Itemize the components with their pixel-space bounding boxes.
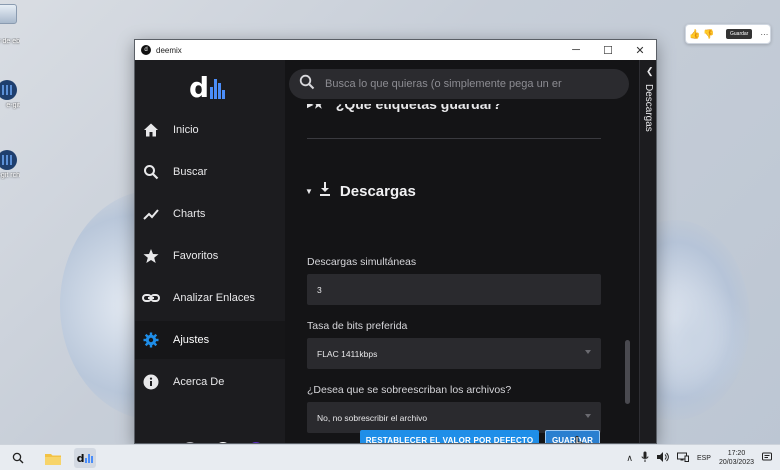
previous-section-title: ¿Qué etiquetas guardar? (335, 104, 502, 112)
desktop-icon-shortcut[interactable]: er de eb (0, 36, 20, 46)
chevron-down-icon (585, 350, 591, 354)
download-icon (319, 182, 331, 201)
close-button[interactable]: ✕ (624, 40, 656, 60)
star-icon (142, 247, 160, 265)
download-queue-label: Descargas (643, 84, 654, 132)
desktop-icon-app-1[interactable]: e-git (0, 80, 20, 110)
app-icon: d (141, 45, 151, 55)
sidebar: d Inicio Buscar Charts Favoritos Analiza… (135, 60, 285, 443)
field-value: 3 (317, 284, 322, 295)
thumbs-down-icon[interactable]: 👎 (703, 29, 714, 39)
sidebar-item-buscar[interactable]: Buscar (135, 153, 285, 191)
app-window: d deemix ─ ☐ ✕ d Inicio Buscar Charts Fa… (134, 39, 657, 444)
network-icon[interactable] (676, 452, 689, 464)
thumbs-up-icon[interactable]: 👍 (689, 29, 700, 39)
field-value: No, no sobrescribir el archivo (317, 412, 428, 423)
file-explorer-icon[interactable] (44, 450, 62, 466)
language-indicator[interactable]: ESP (697, 455, 711, 462)
sidebar-item-label: Charts (173, 208, 206, 220)
sidebar-item-charts[interactable]: Charts (135, 195, 285, 233)
previous-section-header[interactable]: ▸★ ¿Qué etiquetas guardar? (307, 104, 567, 118)
sidebar-item-favoritos[interactable]: Favoritos (135, 237, 285, 275)
search-icon (299, 74, 315, 95)
home-icon (142, 121, 160, 139)
download-queue-panel[interactable]: ❮ Descargas (639, 60, 656, 443)
reset-defaults-button[interactable]: RESTABLECER EL VALOR POR DEFECTO (360, 430, 539, 443)
window-title: deemix (156, 45, 182, 55)
equalizer-icon (210, 77, 226, 99)
taskbar: d ∧ ESP 17:20 20/03/2023 (0, 444, 780, 470)
trending-icon (142, 205, 160, 223)
info-icon (142, 373, 160, 391)
sidebar-item-acerca-de[interactable]: Acerca De (135, 363, 285, 401)
caret-down-icon: ▼ (305, 187, 313, 196)
settings-panel: Busca lo que quieras (o simplemente pega… (285, 60, 639, 443)
more-icon[interactable]: ⋯ (760, 30, 768, 39)
search-icon (142, 163, 160, 181)
desktop-icon-label: er de eb (0, 38, 20, 45)
title-bar[interactable]: d deemix ─ ☐ ✕ (135, 40, 656, 60)
microphone-icon[interactable] (641, 451, 649, 465)
section-divider (307, 138, 601, 139)
recycle-bin-icon (0, 4, 17, 24)
sidebar-item-label: Buscar (173, 166, 208, 178)
notification-icon[interactable] (762, 452, 772, 464)
floating-toolbar: 👍 👎 Guardar ⋯ (685, 24, 771, 44)
search-bar[interactable]: Busca lo que quieras (o simplemente pega… (289, 69, 629, 99)
search-input[interactable]: Busca lo que quieras (o simplemente pega… (325, 78, 562, 90)
desktop-icon-label: e-git (6, 102, 20, 109)
desktop-icon-label: e-git rch (0, 172, 20, 179)
clock-time: 17:20 (727, 450, 746, 457)
sidebar-item-label: Acerca De (173, 376, 225, 388)
search-icon[interactable] (10, 450, 26, 466)
sidebar-item-label: Favoritos (173, 250, 219, 262)
tag-icon: ▸★ (307, 104, 324, 111)
app-icon (0, 80, 17, 100)
pill-button[interactable]: Guardar (726, 29, 753, 39)
field-label-bitrate: Tasa de bits preferida (307, 320, 408, 332)
sidebar-item-label: Inicio (173, 124, 199, 136)
sidebar-item-inicio[interactable]: Inicio (135, 111, 285, 149)
link-icon (142, 289, 160, 307)
chevron-left-icon[interactable]: ❮ (646, 66, 654, 77)
concurrent-downloads-input[interactable]: 3 (307, 274, 601, 305)
app-icon (0, 150, 17, 170)
clock[interactable]: 17:20 20/03/2023 (719, 449, 754, 467)
chevron-down-icon (585, 414, 591, 418)
volume-icon[interactable] (656, 452, 669, 464)
field-label-overwrite: ¿Desea que se sobreescriban los archivos… (307, 384, 512, 396)
bitrate-select[interactable]: FLAC 1411kbps (307, 338, 601, 369)
maximize-button[interactable]: ☐ (592, 40, 624, 60)
deemix-taskbar-icon[interactable]: d (74, 448, 96, 468)
sidebar-item-ajustes[interactable]: Ajustes (135, 321, 285, 359)
field-label-concurrent: Descargas simultáneas (307, 256, 417, 268)
hand-cursor-icon (573, 435, 583, 443)
section-title: Descargas (339, 183, 416, 200)
scrollbar-thumb[interactable] (625, 340, 630, 404)
deemix-logo[interactable]: d (183, 70, 231, 106)
logo-letter: d (188, 71, 210, 104)
desktop-icon-recycle-bin[interactable] (0, 4, 20, 26)
desktop-icon-app-2[interactable]: e-git rch (0, 150, 20, 180)
field-value: FLAC 1411kbps (317, 348, 378, 359)
gear-icon (142, 331, 160, 349)
sidebar-item-analizar-enlaces[interactable]: Analizar Enlaces (135, 279, 285, 317)
system-tray: ∧ ESP 17:20 20/03/2023 (626, 445, 772, 470)
sidebar-item-label: Analizar Enlaces (173, 292, 255, 304)
overwrite-select[interactable]: No, no sobrescribir el archivo (307, 402, 601, 433)
sidebar-item-label: Ajustes (173, 334, 210, 346)
section-header-descargas[interactable]: ▼ Descargas (305, 182, 416, 201)
minimize-button[interactable]: ─ (560, 40, 592, 60)
chevron-up-icon[interactable]: ∧ (626, 453, 633, 464)
clock-date: 20/03/2023 (718, 459, 754, 466)
